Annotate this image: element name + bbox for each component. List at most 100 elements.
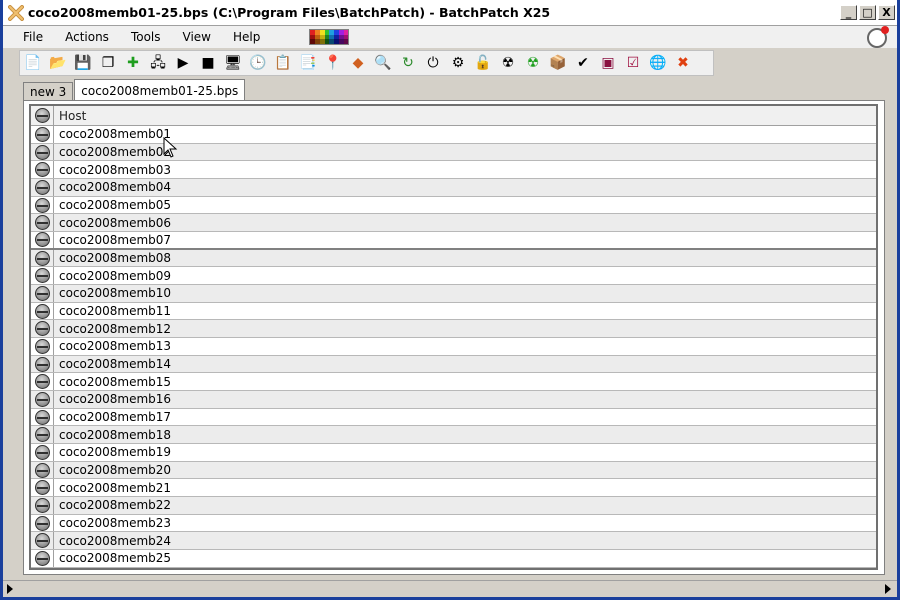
table-row[interactable]: coco2008memb20 (31, 461, 876, 480)
open-icon[interactable]: 📂 (47, 52, 69, 74)
stop-icon[interactable]: ■ (197, 52, 219, 74)
row-status-cell[interactable] (31, 514, 54, 532)
check-package-icon[interactable]: ✔ (572, 52, 594, 74)
table-row[interactable]: coco2008memb16 (31, 391, 876, 409)
table-row[interactable]: coco2008memb24 (31, 532, 876, 551)
host-cell[interactable]: coco2008memb16 (54, 391, 876, 408)
minimize-button[interactable]: _ (840, 5, 857, 20)
host-grid[interactable]: Host coco2008memb01 coco2008memb02 coco200… (29, 104, 878, 570)
table-row[interactable]: coco2008memb04 (31, 179, 876, 197)
table-row[interactable]: coco2008memb08 (31, 249, 876, 268)
table-row[interactable]: coco2008memb05 (31, 196, 876, 215)
host-cell[interactable]: coco2008memb21 (54, 479, 876, 496)
deploy-icon[interactable]: 📑 (297, 52, 319, 74)
host-cell[interactable]: coco2008memb20 (54, 462, 876, 479)
color-palette-icon[interactable] (309, 29, 350, 45)
power-icon[interactable]: ⏻ (422, 52, 444, 74)
notification-clock-icon[interactable] (867, 26, 889, 48)
host-cell[interactable]: coco2008memb05 (54, 197, 876, 214)
check-box-icon[interactable]: ☑ (622, 52, 644, 74)
table-row[interactable]: coco2008memb03 (31, 161, 876, 180)
table-row[interactable]: coco2008memb21 (31, 479, 876, 498)
row-status-cell[interactable] (31, 444, 54, 461)
horizontal-scrollbar[interactable] (3, 580, 897, 597)
host-cell[interactable]: coco2008memb11 (54, 303, 876, 320)
table-row[interactable]: coco2008memb25 (31, 550, 876, 568)
host-cell[interactable]: coco2008memb14 (54, 356, 876, 373)
host-cell[interactable]: coco2008memb04 (54, 179, 876, 196)
host-cell[interactable]: coco2008memb01 (54, 126, 876, 143)
remote-desktop-icon[interactable]: 🖥 (222, 52, 244, 74)
row-status-cell[interactable] (31, 461, 54, 479)
table-row[interactable]: coco2008memb13 (31, 338, 876, 356)
row-status-cell[interactable] (31, 338, 54, 355)
host-cell[interactable]: coco2008memb17 (54, 409, 876, 426)
tab-new-3[interactable]: new 3 (23, 82, 74, 101)
terminal-icon[interactable]: ▣ (597, 52, 619, 74)
row-status-cell[interactable] (31, 550, 54, 567)
row-status-cell[interactable] (31, 126, 54, 143)
unlock-icon[interactable]: 🔓 (472, 52, 494, 74)
row-status-cell[interactable] (31, 373, 54, 391)
row-status-cell[interactable] (31, 161, 54, 179)
table-row[interactable]: coco2008memb06 (31, 214, 876, 233)
row-status-cell[interactable] (31, 302, 54, 320)
globe-icon[interactable]: 🌐 (647, 52, 669, 74)
host-cell[interactable]: coco2008memb25 (54, 550, 876, 567)
host-cell[interactable]: coco2008memb15 (54, 373, 876, 390)
row-status-cell[interactable] (31, 408, 54, 426)
table-row[interactable]: coco2008memb07 (31, 232, 876, 250)
table-row[interactable]: coco2008memb11 (31, 302, 876, 321)
gear-icon[interactable]: ⚙ (447, 52, 469, 74)
status-column-header[interactable] (31, 106, 54, 125)
report-icon[interactable]: 📋 (272, 52, 294, 74)
row-status-cell[interactable] (31, 355, 54, 373)
radiation-icon[interactable]: ☢ (497, 52, 519, 74)
menu-view[interactable]: View (172, 30, 222, 44)
close-button[interactable]: X (878, 5, 895, 20)
menu-help[interactable]: Help (222, 30, 271, 44)
host-cell[interactable]: coco2008memb08 (54, 250, 876, 267)
new-icon[interactable]: 📄 (22, 52, 44, 74)
table-row[interactable]: coco2008memb01 (31, 126, 876, 144)
row-status-cell[interactable] (31, 391, 54, 408)
refresh-icon[interactable]: ↻ (397, 52, 419, 74)
table-row[interactable]: coco2008memb14 (31, 355, 876, 374)
table-row[interactable]: coco2008memb19 (31, 444, 876, 462)
host-cell[interactable]: coco2008memb24 (54, 532, 876, 549)
table-row[interactable]: coco2008memb22 (31, 497, 876, 515)
table-row[interactable]: coco2008memb17 (31, 408, 876, 427)
title-bar[interactable]: coco2008memb01-25.bps (C:\Program Files\… (3, 0, 897, 26)
play-icon[interactable]: ▶ (172, 52, 194, 74)
row-status-cell[interactable] (31, 214, 54, 232)
menu-file[interactable]: File (3, 30, 54, 44)
row-status-cell[interactable] (31, 532, 54, 550)
radiation-green-icon[interactable]: ☢ (522, 52, 544, 74)
row-status-cell[interactable] (31, 285, 54, 302)
host-cell[interactable]: coco2008memb09 (54, 267, 876, 284)
package-icon[interactable]: 📦 (547, 52, 569, 74)
table-row[interactable]: coco2008memb02 (31, 143, 876, 162)
host-cell[interactable]: coco2008memb06 (54, 214, 876, 231)
table-row[interactable]: coco2008memb15 (31, 373, 876, 392)
search-icon[interactable]: 🔍 (372, 52, 394, 74)
row-status-cell[interactable] (31, 143, 54, 161)
host-cell[interactable]: coco2008memb23 (54, 515, 876, 532)
table-row[interactable]: coco2008memb09 (31, 267, 876, 286)
table-row[interactable]: coco2008memb23 (31, 514, 876, 533)
host-cell[interactable]: coco2008memb07 (54, 232, 876, 248)
row-status-cell[interactable] (31, 232, 54, 248)
delete-icon[interactable]: ✖ (672, 52, 694, 74)
host-cell[interactable]: coco2008memb03 (54, 161, 876, 178)
row-status-cell[interactable] (31, 497, 54, 514)
host-column-header[interactable]: Host (54, 106, 876, 125)
add-host-icon[interactable]: ✚ (122, 52, 144, 74)
row-status-cell[interactable] (31, 320, 54, 338)
scroll-left-icon[interactable] (7, 584, 13, 594)
host-cell[interactable]: coco2008memb02 (54, 144, 876, 161)
menu-tools[interactable]: Tools (120, 30, 172, 44)
menu-actions[interactable]: Actions (54, 30, 120, 44)
row-status-cell[interactable] (31, 479, 54, 497)
host-cell[interactable]: coco2008memb10 (54, 285, 876, 302)
row-status-cell[interactable] (31, 196, 54, 214)
